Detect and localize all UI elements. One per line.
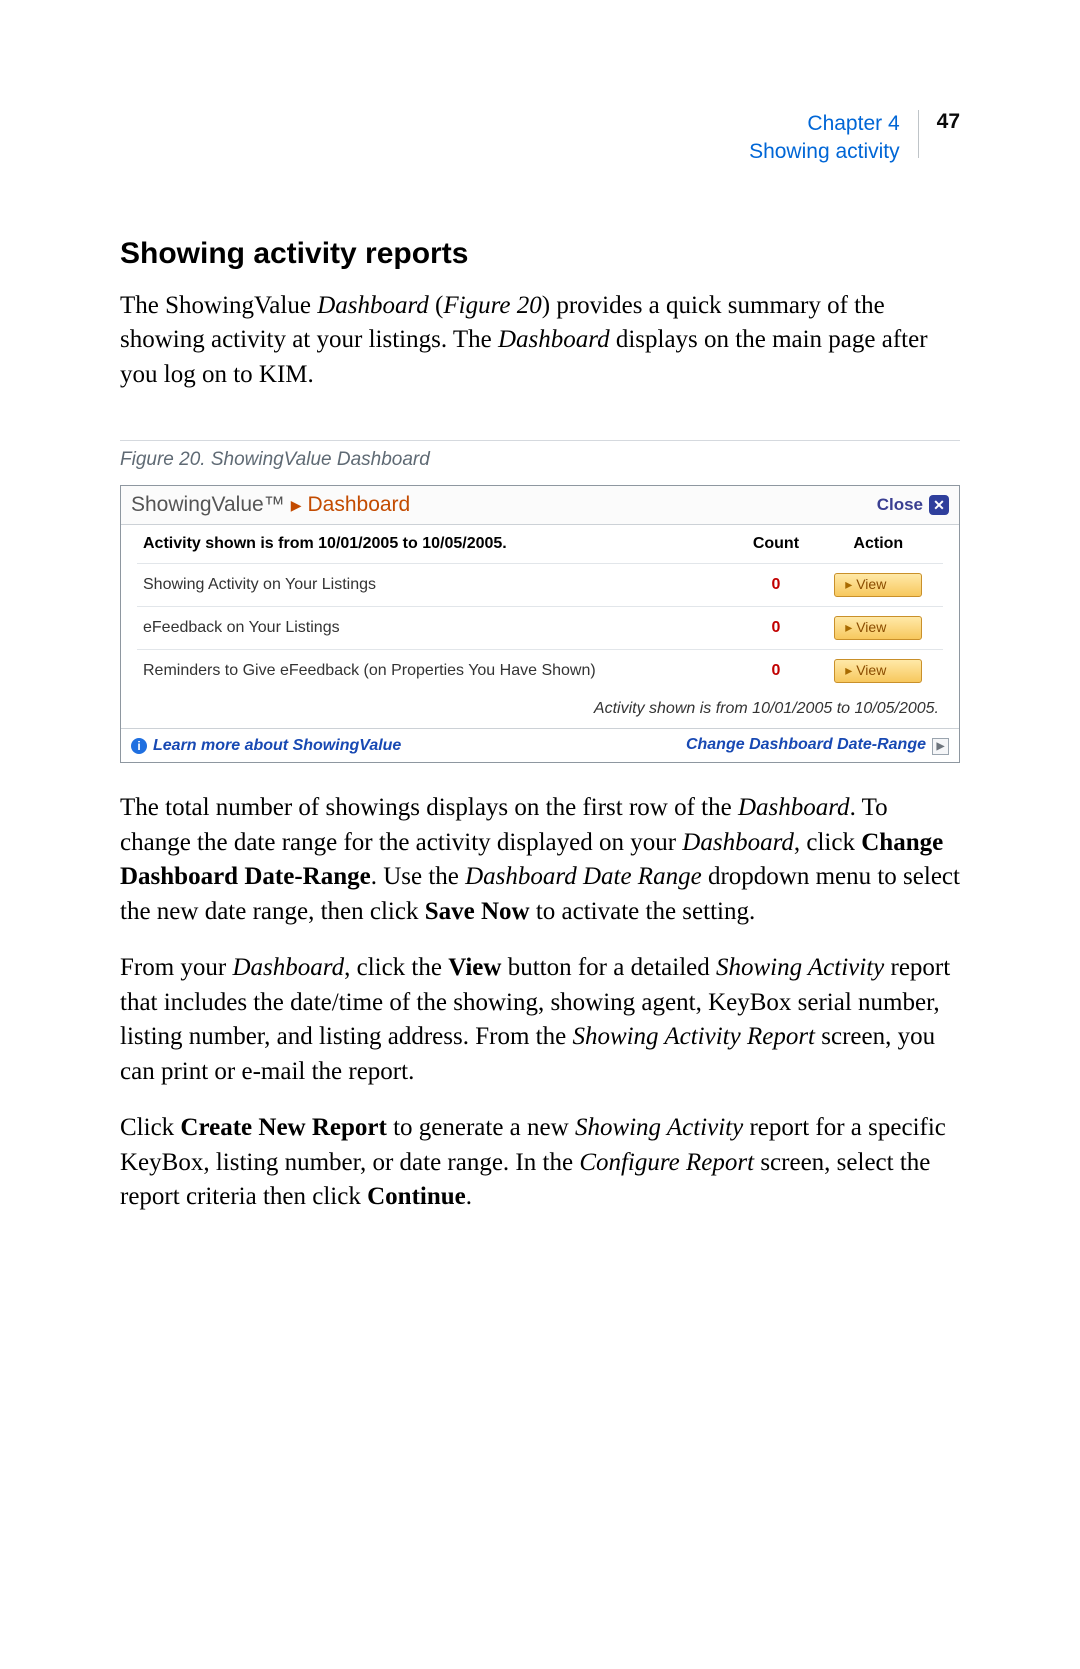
learn-more-link[interactable]: iLearn more about ShowingValue [131, 737, 401, 755]
dashboard-title: Dashboard [308, 493, 411, 517]
row-count: 0 [738, 564, 813, 607]
dashboard-panel: ShowingValue™ ▶ Dashboard Close ✕ Activi… [120, 485, 960, 763]
table-row: Reminders to Give eFeedback (on Properti… [137, 650, 943, 693]
chapter-label: Chapter 4 [749, 110, 900, 138]
close-icon[interactable]: ✕ [929, 495, 949, 515]
row-label: Reminders to Give eFeedback (on Properti… [137, 650, 738, 693]
change-date-range-link[interactable]: Change Dashboard Date-Range▶ [686, 736, 949, 755]
table-row: eFeedback on Your Listings 0 View [137, 607, 943, 650]
row-count: 0 [738, 607, 813, 650]
row-label: eFeedback on Your Listings [137, 607, 738, 650]
view-button[interactable]: View [834, 616, 922, 640]
triangle-right-icon: ▶ [291, 497, 302, 514]
table-row: Showing Activity on Your Listings 0 View [137, 564, 943, 607]
body-paragraph: From your Dashboard, click the View butt… [120, 951, 960, 1089]
close-label[interactable]: Close [877, 495, 923, 515]
header-divider [918, 110, 919, 158]
body-paragraph: Click Create New Report to generate a ne… [120, 1111, 960, 1215]
dashboard-titlebar: ShowingValue™ ▶ Dashboard Close ✕ [121, 486, 959, 525]
body-paragraph: The total number of showings displays on… [120, 791, 960, 929]
col-action: Action [814, 525, 943, 564]
rule [120, 440, 960, 441]
dashboard-brand: ShowingValue™ [131, 493, 285, 517]
dashboard-footer-note: Activity shown is from 10/01/2005 to 10/… [137, 692, 943, 728]
row-count: 0 [738, 650, 813, 693]
info-icon: i [131, 738, 147, 754]
view-button[interactable]: View [834, 659, 922, 683]
view-button[interactable]: View [834, 573, 922, 597]
triangle-right-icon: ▶ [932, 738, 949, 755]
dashboard-table: Activity shown is from 10/01/2005 to 10/… [137, 525, 943, 692]
col-count: Count [738, 525, 813, 564]
figure-caption: Figure 20. ShowingValue Dashboard [120, 449, 960, 471]
intro-paragraph: The ShowingValue Dashboard (Figure 20) p… [120, 289, 960, 393]
page-header: Chapter 4 Showing activity 47 [120, 110, 960, 167]
chapter-subtitle: Showing activity [749, 138, 900, 166]
row-label: Showing Activity on Your Listings [137, 564, 738, 607]
col-activity: Activity shown is from 10/01/2005 to 10/… [137, 525, 738, 564]
section-heading: Showing activity reports [120, 237, 960, 271]
page-number: 47 [937, 110, 960, 134]
